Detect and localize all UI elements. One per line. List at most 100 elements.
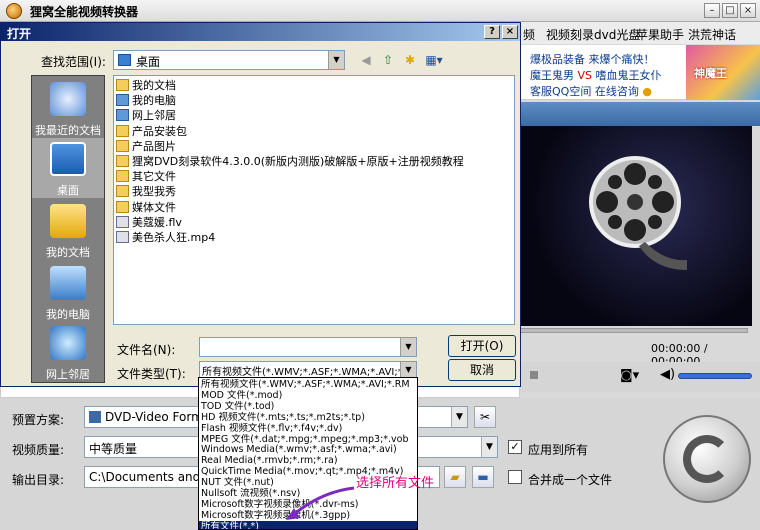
volume-slider[interactable] [678,373,752,379]
file-item[interactable]: 其它文件 [116,169,176,184]
file-item[interactable]: 我的文档 [116,78,176,93]
film-reel-icon [589,156,687,270]
chevron-down-icon[interactable]: ▼ [451,407,467,427]
browse-folder-button[interactable]: ▰ [444,466,466,488]
quality-value: 中等质量 [89,442,138,456]
merge-checkbox[interactable] [508,470,522,484]
maximize-button[interactable]: □ [722,3,738,18]
cancel-button[interactable]: 取消 [448,359,516,381]
file-item[interactable]: 产品安装包 [116,124,187,139]
preset-settings-button[interactable]: ✂ [474,406,496,428]
filetype-option[interactable]: Flash 视频文件(*.flv;*.f4v;*.dv) [199,423,417,435]
menu-item-video[interactable]: 频 [523,26,535,43]
file-name: 媒体文件 [132,200,176,214]
file-name: 产品图片 [132,139,176,153]
folder-icon [116,139,129,152]
filetype-option[interactable]: Windows Media(*.wmv;*.asf;*.wma;*.avi) [199,444,417,456]
chevron-down-icon[interactable]: ▼ [400,338,416,356]
file-name: 狸窝DVD刻录软件4.3.0.0(新版内测版)破解版+原版+注册视频教程 [132,155,464,168]
file-item[interactable]: 网上邻居 [116,108,176,123]
file-name: 我的电脑 [132,94,176,108]
my-computer-icon [50,266,86,300]
place-recent[interactable]: 我最近的文档 [32,78,104,138]
new-folder-icon[interactable]: ✱ [401,52,419,68]
places-bar: 我最近的文档 桌面 我的文档 我的电脑 网上邻居 [31,75,105,383]
file-item[interactable]: 我型我秀 [116,184,176,199]
file-name: 美色杀人狂.mp4 [132,231,216,244]
desktop-icon [118,54,131,66]
folder-icon [116,170,129,183]
preset-format-icon [89,411,101,423]
close-button[interactable]: × [740,3,756,18]
qq-icon: ● [642,85,652,98]
place-network[interactable]: 网上邻居 [32,322,104,382]
seek-bar[interactable] [520,328,748,333]
back-icon[interactable]: ◀ [357,52,375,68]
place-my-documents[interactable]: 我的文档 [32,200,104,260]
filetype-option[interactable]: 所有视频文件(*.WMV;*.ASF;*.WMA;*.AVI;*.RM [199,379,417,391]
ad-qq-space[interactable]: 客服QQ空间 [530,85,591,98]
chevron-down-icon[interactable]: ▼ [481,437,497,457]
place-label: 我的电脑 [46,308,90,321]
filetype-option[interactable]: TOD 文件(*.tod) [199,401,417,413]
merge-label[interactable]: 合并成一个文件 [528,471,612,488]
stop-icon[interactable] [530,371,538,379]
dialog-close-button[interactable]: × [502,25,518,39]
apply-all-checkbox[interactable]: ✓ [508,440,522,454]
file-item[interactable]: 美蔻媛.flv [116,215,182,230]
place-my-computer[interactable]: 我的电脑 [32,262,104,322]
dialog-title: 打开 [7,27,32,41]
dialog-title-bar: 打开 ? × [1,23,520,41]
annotation-text: 选择所有文件 [356,476,435,491]
convert-button[interactable] [663,415,751,503]
filename-input[interactable]: ▼ [199,337,417,357]
video-file-icon [116,215,129,228]
filetype-option[interactable]: MOD 文件(*.mod) [199,390,417,402]
ad-line2-b[interactable]: 嗜血鬼王女仆 [596,69,662,82]
menu-item-apple-helper[interactable]: 苹果助手 [636,26,684,43]
folder-icon [116,155,129,167]
video-file-icon [116,231,129,243]
ad-line1-a[interactable]: 爆极品装备 [530,53,585,66]
minimize-button[interactable]: – [704,3,720,18]
file-item[interactable]: 美色杀人狂.mp4 [116,230,215,245]
filetype-option[interactable]: Real Media(*.rmvb;*.rm;*.ra) [199,455,417,467]
ad-online-consult[interactable]: 在线咨询 [595,85,639,98]
main-title-bar: 狸窝全能视频转换器 – □ × [0,0,760,22]
filetype-option[interactable]: MPEG 文件(*.dat;*.mpg;*.mpeg;*.mp3;*.vob [199,434,417,446]
preview-header [520,102,760,126]
apply-all-label[interactable]: 应用到所有 [528,441,588,458]
ad-image[interactable]: 神魔王 [686,45,760,100]
place-label: 桌面 [57,184,79,197]
ad-line1-b[interactable]: 来爆个痛快！ [589,53,655,66]
desktop-icon [50,142,86,176]
menu-item-game[interactable]: 洪荒神话 [688,26,736,43]
file-list[interactable]: 我的文档我的电脑 网上邻居 产品安装包 产品图片狸窝DVD刻录软件4.3.0.0(新版… [113,75,515,325]
chevron-down-icon[interactable]: ▼ [328,51,344,69]
file-item[interactable]: 产品图片 [116,139,176,154]
ad-line2-a[interactable]: 魔王鬼男 [530,69,574,82]
quality-label: 视频质量: [12,443,65,457]
file-item[interactable]: 媒体文件 [116,200,176,215]
file-item[interactable]: 狸窝DVD刻录软件4.3.0.0(新版内测版)破解版+原版+注册视频教程 [116,154,464,169]
filetype-option[interactable]: HD 视频文件(*.mts;*.ts;*.m2ts;*.tp) [199,412,417,424]
folder-icon [116,79,129,91]
preset-label: 预置方案: [12,413,65,427]
open-folder-button[interactable]: ▬ [472,466,494,488]
file-name: 我的文档 [132,79,176,92]
camera-icon[interactable]: ◙▾ [620,368,639,383]
open-button[interactable]: 打开(O) [448,335,516,357]
ad-vs: VS [577,69,593,82]
lookin-select[interactable]: 桌面 ▼ [113,50,345,70]
dialog-help-button[interactable]: ? [484,25,500,39]
file-item[interactable]: 我的电脑 [116,93,176,108]
app-title: 狸窝全能视频转换器 [30,5,139,19]
place-desktop[interactable]: 桌面 [32,138,104,198]
system-folder-icon [116,94,129,107]
up-folder-icon[interactable]: ⇧ [379,52,397,68]
annotation-arrow-icon [286,486,355,520]
menu-item-dvd-burn[interactable]: 视频刻录dvd光盘 [546,26,640,43]
chevron-down-icon[interactable]: ▼ [400,362,416,378]
volume-icon[interactable]: ◀) [660,367,675,382]
view-menu-icon[interactable]: ▦▾ [423,52,445,68]
